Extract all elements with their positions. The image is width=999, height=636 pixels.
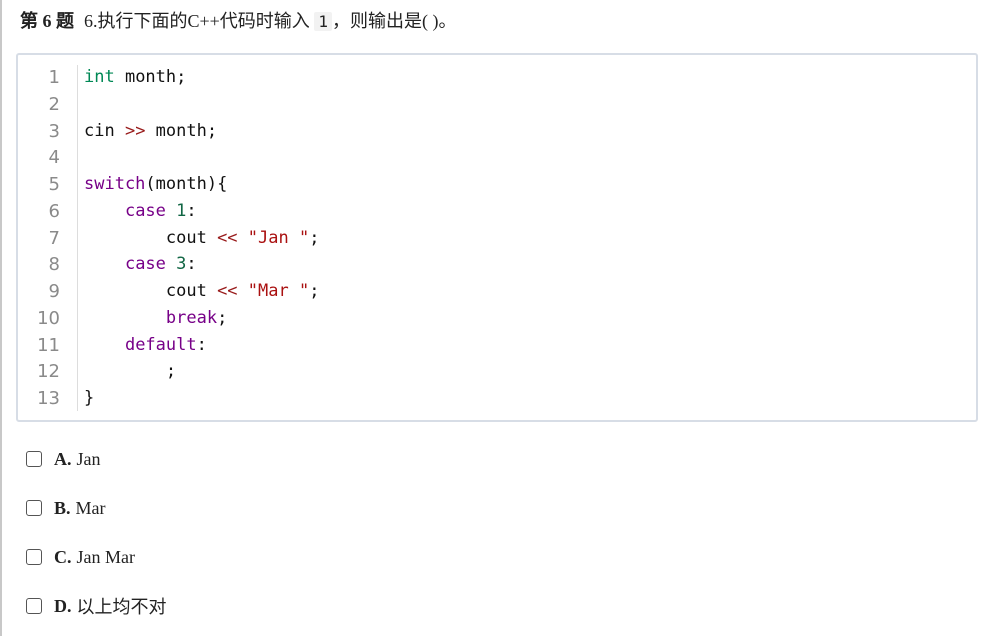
line-number: 8 (48, 254, 60, 276)
line-number: 10 (37, 307, 60, 329)
option-c-text: Jan Mar (76, 546, 135, 567)
code-text: default: (84, 332, 207, 359)
code-line: 6 case 1: (18, 198, 976, 225)
code-text: } (84, 385, 94, 412)
code-token: ; (309, 227, 320, 248)
option-c-checkbox[interactable] (26, 549, 42, 565)
code-text: cout << "Jan "; (84, 225, 320, 252)
option-c[interactable]: C. Jan Mar (26, 545, 135, 569)
option-a-letter: A. (54, 448, 72, 469)
line-number: 6 (48, 200, 60, 222)
code-token: cout (84, 227, 218, 248)
code-token: << (217, 281, 238, 301)
code-line: 2 (18, 91, 976, 118)
option-a-checkbox[interactable] (26, 451, 42, 467)
code-token: 3 (176, 254, 187, 275)
code-token: int (84, 67, 115, 87)
code-token: default (124, 334, 197, 355)
line-number: 5 (48, 174, 60, 195)
code-line: 8 case 3: (18, 251, 976, 278)
code-token: case (124, 254, 166, 275)
code-line: 13} (18, 385, 976, 412)
code-text: break; (84, 305, 227, 332)
code-text: case 3: (84, 251, 197, 278)
code-token: >> (124, 120, 146, 141)
code-text: switch(month){ (84, 171, 227, 198)
option-b[interactable]: B. Mar (26, 496, 106, 520)
code-text: int month; (84, 64, 186, 91)
code-text: cin >> month; (84, 118, 217, 145)
inline-code-input-value: 1 (314, 12, 332, 31)
option-d-letter: D. (54, 595, 72, 616)
line-number: 2 (48, 93, 60, 115)
code-line: 5 switch(month){ (18, 171, 976, 198)
question-text-before: 6.执行下面的C++代码时输入 (84, 11, 310, 31)
option-c-letter: C. (54, 546, 72, 567)
code-token: << (217, 227, 238, 248)
option-b-text: Mar (75, 497, 106, 518)
code-token: cin (84, 120, 125, 141)
code-token: month; (114, 67, 187, 87)
code-token: month; (145, 120, 218, 141)
option-b-checkbox[interactable] (26, 500, 42, 516)
line-number: 4 (48, 147, 60, 169)
code-line: 3 cin >> month; (18, 118, 976, 145)
code-line: 9 cout << "Mar "; (18, 278, 976, 305)
code-line: 4 (18, 144, 976, 171)
code-block: 1 int month; 2 3 cin >> month; 4 5 switch(month… (16, 53, 978, 422)
code-line: 11 default: (18, 332, 976, 359)
option-d[interactable]: D. 以上均不对 (26, 594, 167, 618)
question-number: 第 6 题 (20, 11, 74, 31)
code-line: 1 int month; (18, 64, 976, 91)
question-text-after: ，则输出是( )。 (331, 11, 457, 31)
line-number: 1 (48, 67, 60, 88)
line-number: 3 (48, 120, 60, 142)
question-header: 第 6 题 6.执行下面的C++代码时输入 1 ，则输出是( )。 (20, 8, 456, 35)
code-token: "Mar " (247, 281, 310, 301)
code-token: 1 (176, 200, 187, 221)
code-token: ; (309, 281, 320, 301)
line-number: 7 (48, 227, 60, 249)
line-number: 9 (48, 281, 60, 302)
code-line: 12 ; (18, 358, 976, 385)
code-token: ; (217, 307, 228, 328)
code-token: : (196, 334, 207, 355)
option-d-text: 以上均不对 (76, 597, 167, 617)
code-line: 10 break; (18, 305, 976, 332)
code-token: ; (84, 361, 177, 382)
code-line: 7 cout << "Jan "; (18, 225, 976, 252)
code-text: ; (84, 358, 176, 385)
line-number: 11 (37, 334, 60, 356)
code-token: break (165, 307, 218, 328)
code-token: : (186, 254, 197, 275)
code-token: cout (84, 281, 218, 301)
code-token: (month){ (145, 174, 228, 194)
code-token: : (186, 200, 197, 221)
option-a[interactable]: A. Jan (26, 447, 101, 471)
option-a-text: Jan (76, 448, 101, 469)
code-token: } (84, 388, 95, 408)
code-text: case 1: (84, 198, 197, 225)
option-b-letter: B. (54, 497, 71, 518)
line-number: 12 (37, 361, 60, 383)
line-number: 13 (37, 388, 60, 409)
code-text: cout << "Mar "; (84, 278, 320, 305)
code-token: switch (84, 174, 146, 194)
left-border-rule (0, 0, 2, 636)
option-d-checkbox[interactable] (26, 598, 42, 614)
code-token: "Jan " (247, 227, 310, 248)
code-token: case (124, 200, 166, 221)
